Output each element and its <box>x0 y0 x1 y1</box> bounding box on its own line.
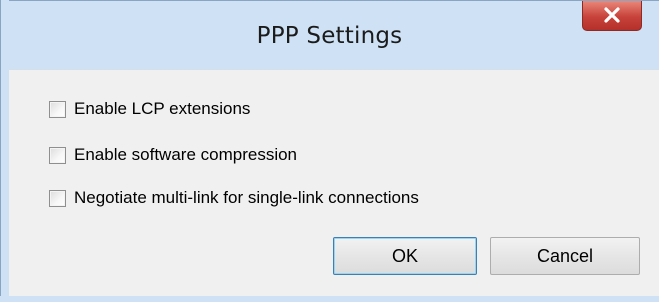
ppp-settings-dialog: PPP Settings Enable LCP extensions Enabl… <box>0 0 659 302</box>
window-frame-bottom <box>0 296 659 302</box>
dialog-content: Enable LCP extensions Enable software co… <box>9 69 659 302</box>
window-frame-left <box>0 0 9 302</box>
option-enable-lcp-extensions[interactable]: Enable LCP extensions <box>49 97 250 121</box>
software-compression-label[interactable]: Enable software compression <box>74 145 297 165</box>
close-icon <box>604 7 620 23</box>
negotiate-multilink-label[interactable]: Negotiate multi-link for single-link con… <box>74 188 419 208</box>
software-compression-checkbox[interactable] <box>49 146 66 164</box>
dialog-title: PPP Settings <box>256 23 403 49</box>
title-bar[interactable]: PPP Settings <box>0 0 659 69</box>
option-negotiate-multilink[interactable]: Negotiate multi-link for single-link con… <box>49 186 419 210</box>
cancel-button[interactable]: Cancel <box>490 237 640 275</box>
screen: PPP Settings Enable LCP extensions Enabl… <box>0 0 659 302</box>
ok-button[interactable]: OK <box>333 237 477 275</box>
lcp-extensions-checkbox[interactable] <box>49 100 66 118</box>
option-enable-software-compression[interactable]: Enable software compression <box>49 143 297 167</box>
close-button[interactable] <box>582 1 642 31</box>
negotiate-multilink-checkbox[interactable] <box>49 189 66 207</box>
lcp-extensions-label[interactable]: Enable LCP extensions <box>74 99 250 119</box>
